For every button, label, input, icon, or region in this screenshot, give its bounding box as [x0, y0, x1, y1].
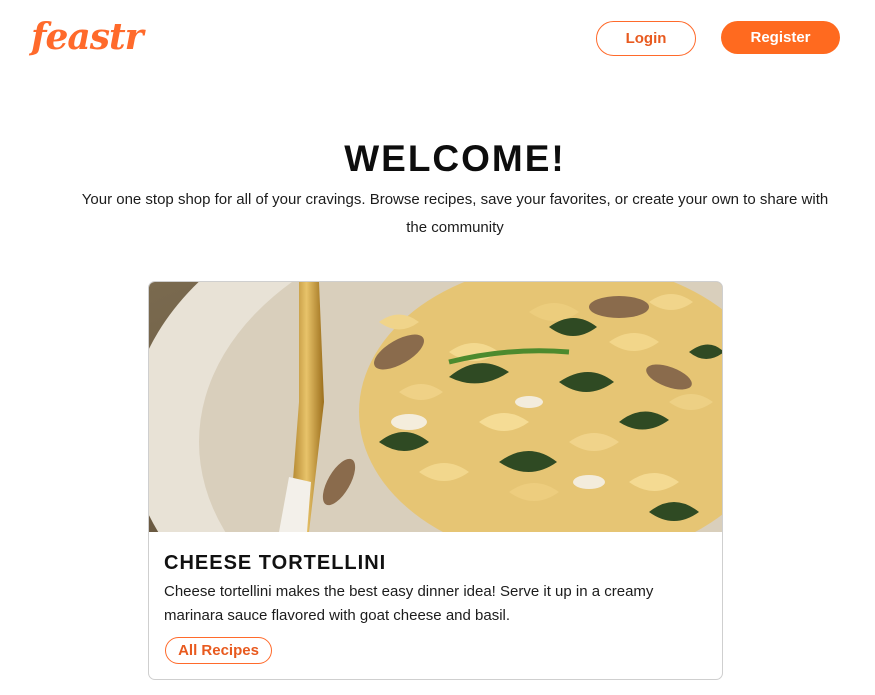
welcome-subtitle: Your one stop shop for all of your cravi…: [81, 191, 829, 236]
recipe-title: CHEESE TORTELLINI: [164, 552, 387, 574]
recipe-description: Cheese tortellini makes the best easy di…: [164, 583, 654, 624]
all-recipes-button[interactable]: All Recipes: [165, 637, 272, 664]
recipe-image: [149, 282, 722, 532]
featured-recipe-card: CHEESE TORTELLINI Cheese tortellini make…: [148, 281, 723, 680]
register-button[interactable]: Register: [721, 21, 840, 54]
feastr-logo[interactable]: feastr: [31, 16, 144, 58]
welcome-title: WELCOME!: [344, 138, 566, 179]
login-button[interactable]: Login: [596, 21, 696, 56]
page: feastr Login Register WELCOME! Your one …: [0, 0, 875, 695]
